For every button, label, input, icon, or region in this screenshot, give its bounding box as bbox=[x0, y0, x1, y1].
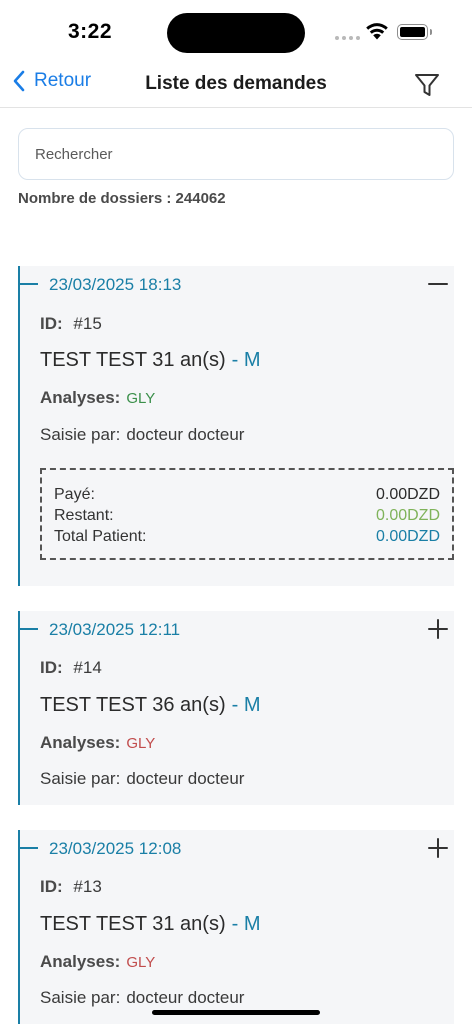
saisie-label: Saisie par: bbox=[40, 988, 121, 1007]
patient-name: TEST TEST 31 an(s) bbox=[40, 913, 226, 935]
saisie-value: docteur docteur bbox=[126, 988, 245, 1007]
total-label: Total Patient: bbox=[54, 528, 147, 545]
remaining-value: 0.00DZD bbox=[375, 507, 440, 524]
patient-sex: - M bbox=[231, 349, 261, 371]
saisie-row: Saisie par: docteur docteur bbox=[40, 425, 244, 445]
card-id: #15 bbox=[73, 314, 102, 333]
patient-row: TEST TEST 31 an(s) - M bbox=[40, 349, 261, 372]
expand-icon[interactable] bbox=[426, 617, 450, 641]
battery-icon bbox=[397, 24, 428, 40]
card-datetime: 23/03/2025 18:13 bbox=[49, 275, 182, 294]
remaining-label: Restant: bbox=[54, 507, 114, 524]
patient-name: TEST TEST 36 an(s) bbox=[40, 694, 226, 716]
navigation-bar: Retour Liste des demandes bbox=[0, 60, 472, 108]
card-header-line bbox=[20, 283, 38, 285]
id-label: ID: bbox=[40, 658, 63, 677]
battery-cap bbox=[430, 29, 432, 35]
patient-row: TEST TEST 31 an(s) - M bbox=[40, 913, 261, 936]
saisie-value: docteur docteur bbox=[126, 425, 245, 444]
patient-sex: - M bbox=[231, 913, 261, 935]
analysis-value: GLY bbox=[126, 390, 156, 407]
request-card[interactable]: 23/03/2025 12:11 ID: #14 TEST TEST 36 an… bbox=[18, 611, 454, 805]
card-id-row: ID: #13 bbox=[40, 877, 102, 897]
filter-icon[interactable] bbox=[412, 70, 442, 100]
card-datetime: 23/03/2025 12:11 bbox=[49, 620, 181, 639]
id-label: ID: bbox=[40, 314, 63, 333]
request-card[interactable]: 23/03/2025 12:08 ID: #13 TEST TEST 31 an… bbox=[18, 830, 454, 1024]
back-button[interactable]: Retour bbox=[12, 70, 91, 92]
status-bar: 3:22 bbox=[0, 0, 472, 60]
card-header-line bbox=[20, 628, 38, 630]
analyses-row: Analyses: GLY bbox=[40, 733, 155, 753]
home-indicator[interactable] bbox=[152, 1010, 320, 1015]
total-row: Total Patient: 0.00DZD bbox=[54, 526, 440, 547]
search-input[interactable] bbox=[18, 128, 454, 180]
request-card[interactable]: 23/03/2025 18:13 ID: #15 TEST TEST 31 an… bbox=[18, 266, 454, 586]
paid-value: 0.00DZD bbox=[375, 486, 440, 503]
analyses-row: Analyses: GLY bbox=[40, 952, 155, 972]
saisie-label: Saisie par: bbox=[40, 769, 121, 788]
analyses-label: Analyses: bbox=[40, 733, 121, 752]
status-time: 3:22 bbox=[68, 20, 113, 43]
saisie-row: Saisie par: docteur docteur bbox=[40, 769, 244, 789]
analyses-label: Analyses: bbox=[40, 952, 121, 971]
wifi-icon bbox=[366, 23, 388, 40]
analysis-value: GLY bbox=[126, 735, 156, 752]
patient-sex: - M bbox=[231, 694, 261, 716]
card-id-row: ID: #14 bbox=[40, 658, 102, 678]
remaining-row: Restant: 0.00DZD bbox=[54, 505, 440, 526]
card-datetime: 23/03/2025 12:08 bbox=[49, 839, 182, 858]
analyses-row: Analyses: GLY bbox=[40, 388, 155, 408]
paid-row: Payé: 0.00DZD bbox=[54, 484, 440, 505]
patient-row: TEST TEST 36 an(s) - M bbox=[40, 694, 261, 717]
collapse-icon[interactable] bbox=[426, 272, 450, 296]
analysis-value: GLY bbox=[126, 954, 156, 971]
saisie-value: docteur docteur bbox=[126, 769, 245, 788]
analyses-label: Analyses: bbox=[40, 388, 121, 407]
card-header-line bbox=[20, 847, 38, 849]
paid-label: Payé: bbox=[54, 486, 95, 503]
id-label: ID: bbox=[40, 877, 63, 896]
card-id: #13 bbox=[73, 877, 102, 896]
payment-summary: Payé: 0.00DZD Restant: 0.00DZD Total Pat… bbox=[40, 468, 454, 560]
total-value: 0.00DZD bbox=[375, 528, 440, 545]
saisie-label: Saisie par: bbox=[40, 425, 121, 444]
patient-name: TEST TEST 31 an(s) bbox=[40, 349, 226, 371]
expand-icon[interactable] bbox=[426, 836, 450, 860]
chevron-left-icon bbox=[13, 70, 25, 92]
back-label: Retour bbox=[34, 70, 92, 91]
cellular-signal-icon bbox=[335, 36, 360, 40]
saisie-row: Saisie par: docteur docteur bbox=[40, 988, 244, 1008]
card-id: #14 bbox=[73, 658, 102, 677]
dynamic-island bbox=[167, 13, 305, 53]
card-id-row: ID: #15 bbox=[40, 314, 102, 334]
dossier-count: Nombre de dossiers : 244062 bbox=[18, 190, 226, 207]
